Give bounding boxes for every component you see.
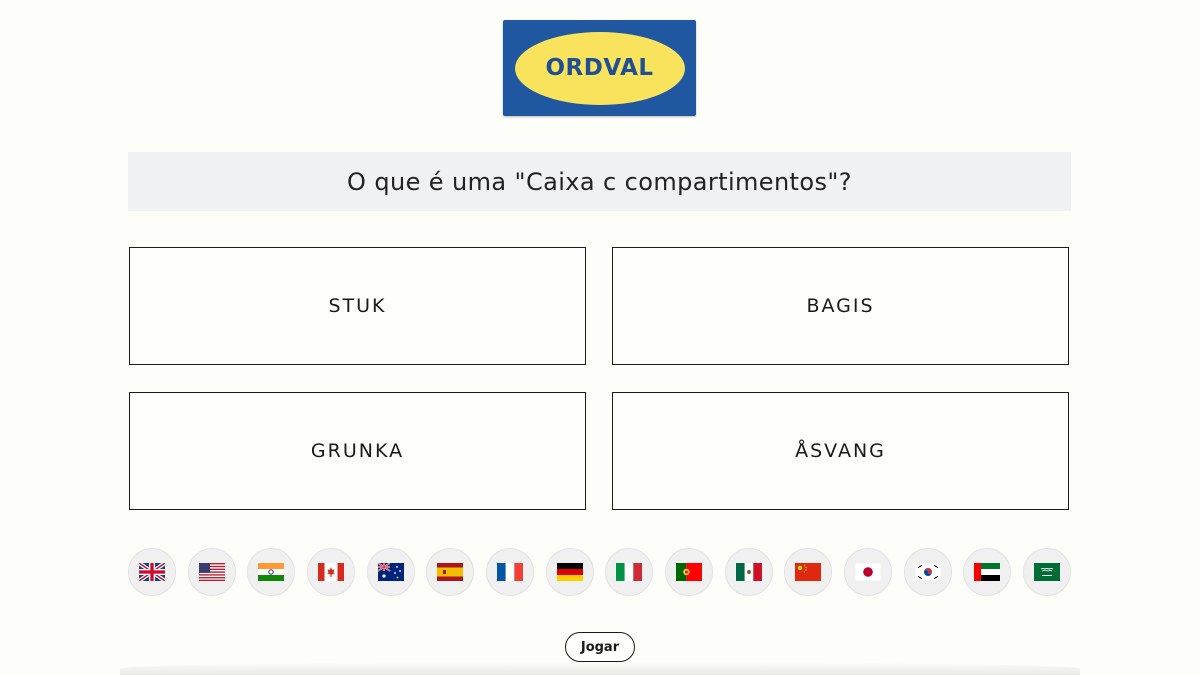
language-button-canada[interactable] [306, 548, 355, 596]
language-button-italy[interactable] [605, 548, 654, 596]
language-button-spain[interactable] [426, 548, 475, 596]
language-button-saudi-arabia[interactable] [1022, 548, 1071, 596]
play-button[interactable]: Jogar [565, 632, 635, 662]
portugal-flag-icon [675, 563, 702, 581]
italy-flag-icon [616, 563, 643, 581]
language-button-germany[interactable] [545, 548, 594, 596]
language-button-france[interactable] [485, 548, 534, 596]
language-selector [128, 548, 1071, 596]
answer-option-label: ÅSVANG [795, 440, 886, 462]
play-button-label: Jogar [580, 639, 620, 655]
ordval-logo: ORDVAL [503, 20, 696, 116]
language-button-china[interactable] [784, 548, 833, 596]
language-button-portugal[interactable] [664, 548, 713, 596]
language-button-uk[interactable] [128, 548, 176, 596]
india-flag-icon [258, 563, 285, 581]
china-flag-icon [795, 563, 822, 581]
uae-flag-icon [974, 563, 1001, 581]
answer-option-label: STUK [328, 295, 387, 317]
answer-option-1[interactable]: STUK [129, 247, 586, 365]
spain-flag-icon [437, 563, 464, 581]
logo-oval: ORDVAL [514, 31, 685, 105]
question-banner: O que é uma "Caixa c compartimentos"? [128, 152, 1071, 211]
language-button-uae[interactable] [963, 548, 1012, 596]
language-button-us[interactable] [187, 548, 236, 596]
uk-flag-icon [139, 563, 165, 581]
answer-option-2[interactable]: BAGIS [612, 247, 1069, 365]
germany-flag-icon [556, 563, 583, 581]
language-button-india[interactable] [247, 548, 296, 596]
answer-option-4[interactable]: ÅSVANG [612, 392, 1069, 510]
answer-option-label: BAGIS [806, 295, 875, 317]
language-button-south-korea[interactable] [903, 548, 952, 596]
logo-text: ORDVAL [545, 55, 654, 81]
answer-option-3[interactable]: GRUNKA [129, 392, 586, 510]
question-text: O que é uma "Caixa c compartimentos"? [347, 167, 852, 196]
australia-flag-icon [377, 563, 404, 581]
bottom-shadow [120, 662, 1080, 675]
page: ORDVAL O que é uma "Caixa c compartiment… [0, 0, 1200, 675]
answer-option-label: GRUNKA [310, 440, 405, 462]
south-korea-flag-icon [914, 563, 941, 581]
mexico-flag-icon [735, 563, 762, 581]
canada-flag-icon [317, 563, 344, 581]
france-flag-icon [496, 563, 523, 581]
japan-flag-icon [854, 563, 881, 581]
language-button-australia[interactable] [366, 548, 415, 596]
saudi-arabia-flag-icon [1033, 563, 1060, 581]
language-button-japan[interactable] [843, 548, 892, 596]
us-flag-icon [198, 563, 225, 581]
language-button-mexico[interactable] [724, 548, 773, 596]
